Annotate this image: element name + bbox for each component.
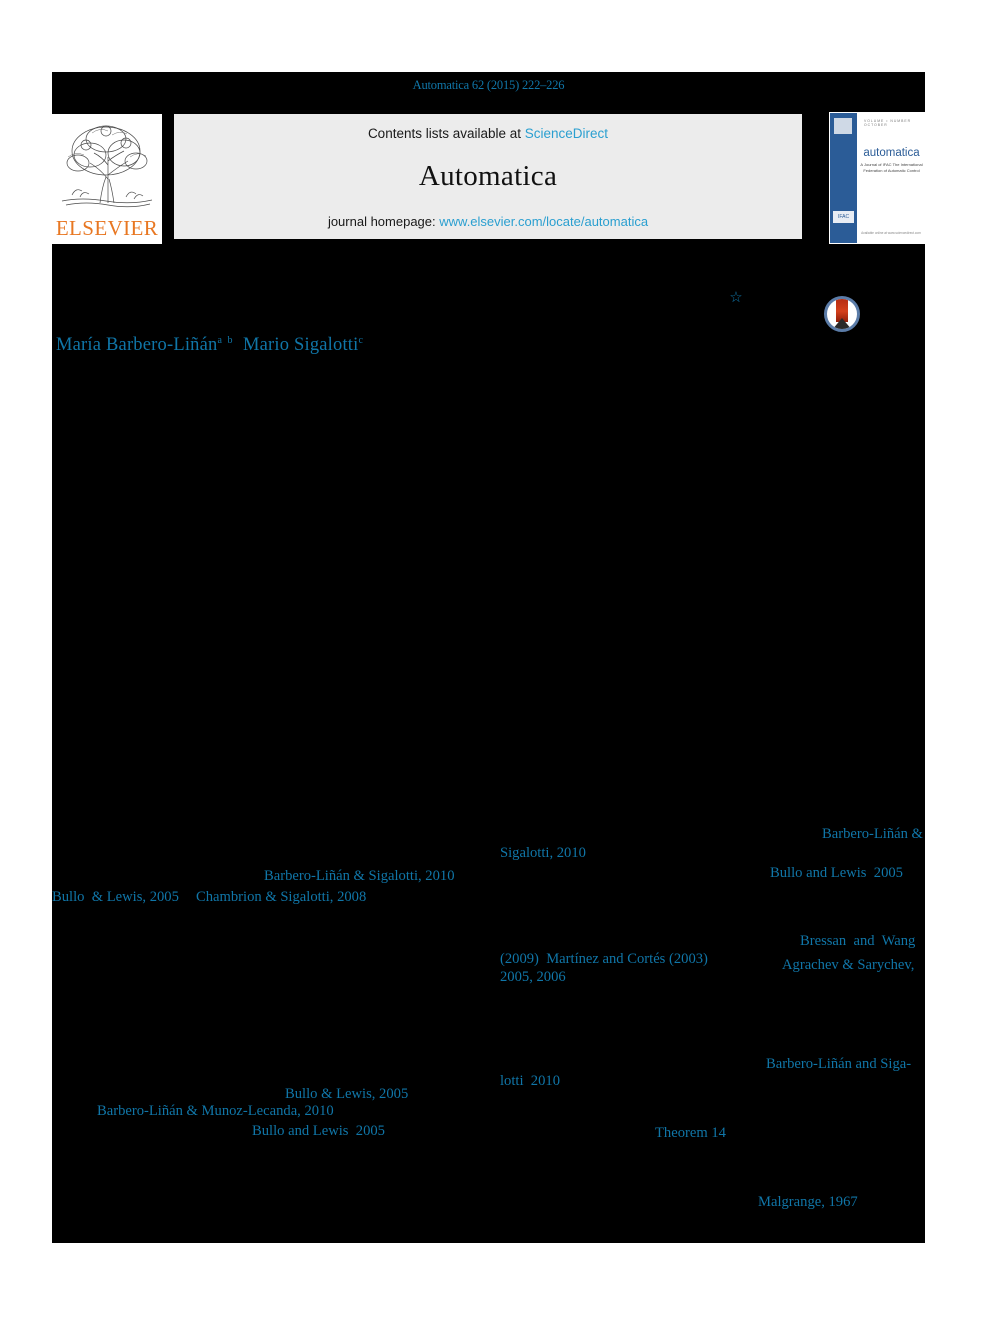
citation-link[interactable]: Barbero-Liñán & Munoz-Lecanda, 2010 [97,1103,334,1121]
journal-homepage-line: journal homepage: www.elsevier.com/locat… [174,214,802,229]
sciencedirect-banner: Contents lists available at ScienceDirec… [174,114,802,239]
ifac-badge-icon: IFAC [833,211,854,223]
citation-link[interactable]: Agrachev & Sarychev, [782,957,914,975]
citation-link[interactable]: Bullo and Lewis 2005 [770,865,903,883]
author-name-1[interactable]: María Barbero-Liñán [56,335,218,355]
tree-illustration-svg [56,117,158,215]
homepage-prefix: journal homepage: [327,214,440,229]
paper-page: Automatica 62 (2015) 222–226 ELSEVIER Co… [0,0,992,1323]
cover-subtitle: A Journal of IFAC The International Fede… [860,162,923,173]
author-line: María Barbero-Liñána b Mario Sigalottic [56,335,364,356]
elsevier-logo: ELSEVIER [52,114,162,244]
citation-link[interactable]: Barbero-Liñán & Sigalotti, 2010 [264,868,455,886]
citation-link[interactable]: Sigalotti, 2010 [500,845,586,863]
citation-link[interactable]: Bullo and Lewis 2005 [252,1123,385,1141]
journal-title: Automatica [418,160,558,192]
citation-link[interactable]: Theorem 14 [655,1125,726,1143]
cover-issue-line: VOLUME • NUMBER OCTOBER [864,119,912,127]
author-affiliation-2[interactable]: c [359,335,365,346]
cover-journal-name: automatica [863,147,920,159]
citation-link[interactable]: Barbero-Liñán and Siga- [766,1056,911,1074]
contents-line: Contents lists available at ScienceDirec… [174,126,802,141]
citation-link[interactable]: lotti 2010 [500,1073,560,1091]
author-affiliation-1[interactable]: a b [218,335,234,346]
crossmark-tail-shape [832,318,852,329]
author-name-2[interactable]: Mario Sigalotti [243,335,359,355]
citation-link[interactable]: Bressan and Wang [800,933,915,951]
contents-prefix: Contents lists available at [367,126,525,141]
elsevier-wordmark: ELSEVIER [52,214,162,242]
citation-link[interactable]: (2009) Martínez and Cortés (2003) [500,951,708,969]
journal-masthead: ELSEVIER Contents lists available at Sci… [52,112,925,244]
citation-link[interactable]: Bullo & Lewis, 2005 [52,889,179,907]
cover-footer-line: Available online at www.sciencedirect.co… [861,231,921,235]
article-body-region: Automatica 62 (2015) 222–226 ELSEVIER Co… [52,72,925,1243]
crossmark-icon[interactable] [824,296,860,332]
elsevier-tree-icon [56,117,158,215]
citation-link[interactable]: Chambrion & Sigalotti, 2008 [196,889,366,907]
citation-link[interactable]: 2005, 2006 [500,969,566,987]
running-head: Automatica 62 (2015) 222–226 [412,78,565,92]
journal-cover-thumbnail[interactable]: IFAC VOLUME • NUMBER OCTOBER automatica … [829,112,925,244]
citation-link[interactable]: Bullo & Lewis, 2005 [285,1086,408,1104]
cover-publisher-badge-icon [834,118,852,134]
citation-link[interactable]: Barbero-Liñán & [822,826,923,844]
star-footnote-icon[interactable]: ☆ [728,290,744,306]
journal-homepage-link[interactable]: www.elsevier.com/locate/automatica [439,214,648,229]
sciencedirect-link[interactable]: ScienceDirect [525,126,608,141]
citation-link[interactable]: Malgrange, 1967 [758,1194,858,1212]
